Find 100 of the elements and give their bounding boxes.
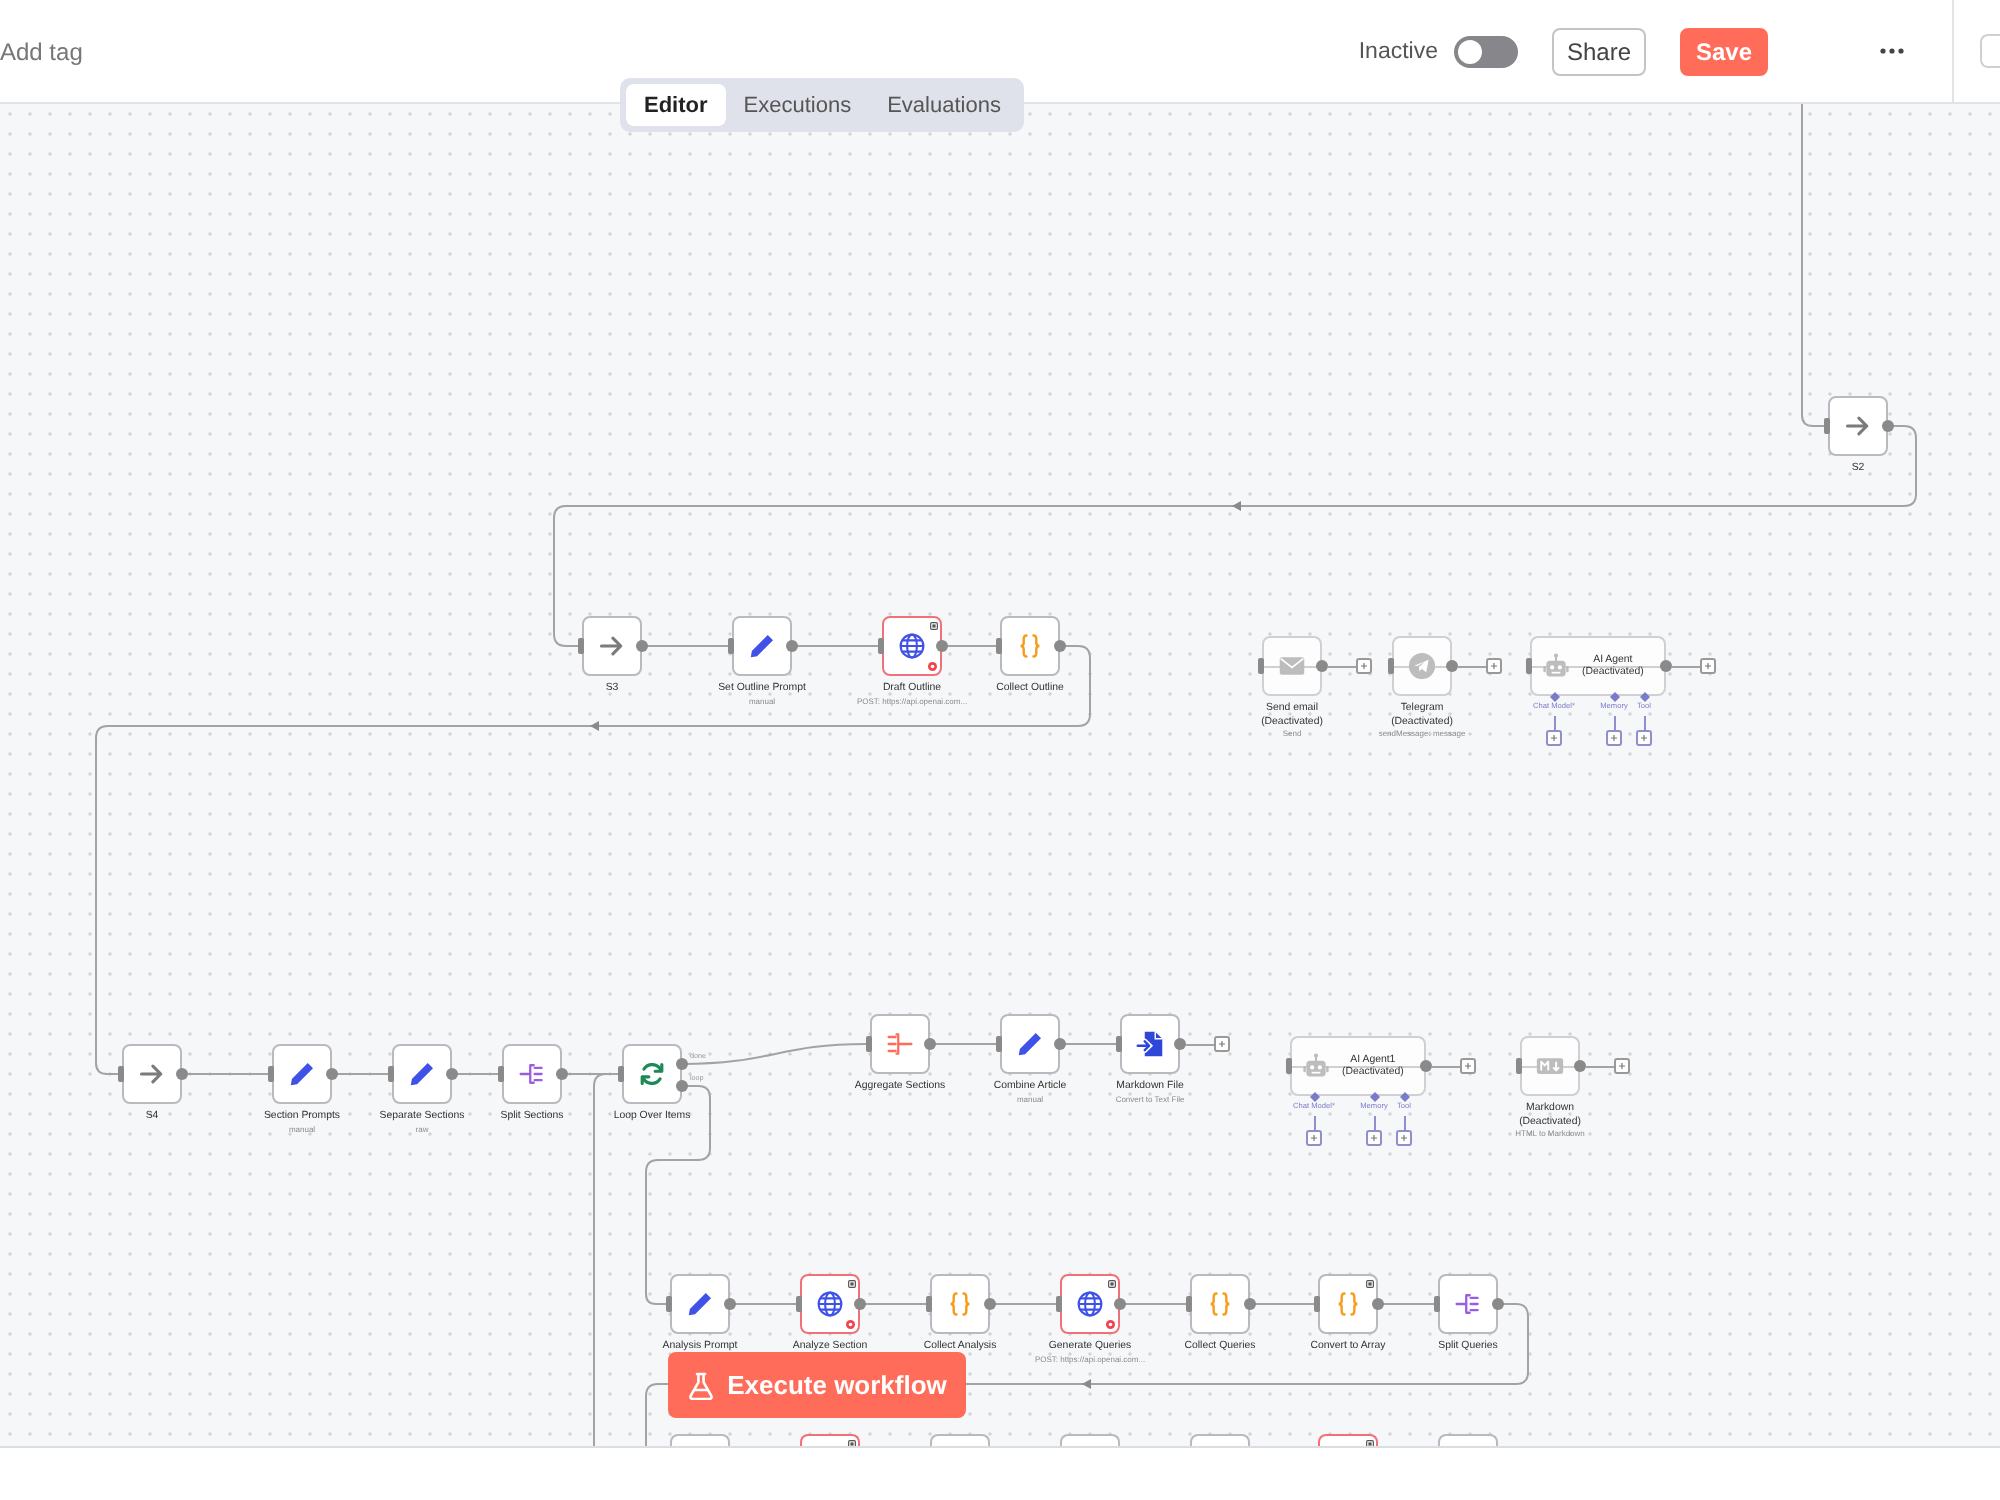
add-node-button[interactable]: [1636, 730, 1652, 746]
workflow-node[interactable]: [1190, 1274, 1250, 1334]
workflow-node[interactable]: [582, 616, 642, 676]
workflow-node[interactable]: [392, 1044, 452, 1104]
port-line: [1553, 716, 1555, 730]
input-handle[interactable]: [1056, 1296, 1062, 1312]
workflow-node[interactable]: [882, 616, 942, 676]
plus-icon: [1400, 1134, 1408, 1142]
workflow-node[interactable]: [1262, 636, 1322, 696]
input-handle[interactable]: [1258, 658, 1264, 674]
add-node-button[interactable]: [1366, 1130, 1382, 1146]
active-toggle[interactable]: [1454, 35, 1518, 67]
input-handle[interactable]: [1116, 1036, 1122, 1052]
input-handle[interactable]: [996, 1036, 1002, 1052]
connection-line: [1586, 1065, 1614, 1067]
port-diamond-icon[interactable]: [1369, 1091, 1379, 1101]
workflow-node[interactable]: [732, 616, 792, 676]
add-node-button[interactable]: [1214, 1036, 1230, 1052]
port-diamond-icon[interactable]: [1609, 691, 1619, 701]
braces-icon: [946, 1290, 974, 1318]
input-handle[interactable]: [1516, 1058, 1522, 1074]
add-node-button[interactable]: [1700, 658, 1716, 674]
plus-icon: [1464, 1062, 1472, 1070]
workflow-node[interactable]: [622, 1044, 682, 1104]
input-handle[interactable]: [996, 638, 1002, 654]
input-handle[interactable]: [1314, 1296, 1320, 1312]
workflow-node[interactable]: [930, 1434, 990, 1446]
add-node-button[interactable]: [1396, 1130, 1412, 1146]
workflow-node[interactable]: [1318, 1274, 1378, 1334]
port-line: [1643, 716, 1645, 730]
workflow-node[interactable]: [930, 1274, 990, 1334]
status-label: Inactive: [1358, 39, 1438, 63]
pencil-icon: [748, 632, 776, 660]
globe-icon: [816, 1290, 844, 1318]
workflow-node[interactable]: [1318, 1434, 1378, 1446]
pencil-icon: [408, 1060, 436, 1088]
workflow-node[interactable]: [122, 1044, 182, 1104]
input-handle[interactable]: [1388, 658, 1394, 674]
add-node-button[interactable]: [1460, 1058, 1476, 1074]
input-handle[interactable]: [1824, 418, 1830, 434]
workflow-node[interactable]: [870, 1014, 930, 1074]
workflow-node[interactable]: [670, 1434, 730, 1446]
input-handle[interactable]: [498, 1066, 504, 1082]
input-handle[interactable]: [666, 1296, 672, 1312]
workflow-node[interactable]: [1060, 1274, 1120, 1334]
input-handle[interactable]: [1434, 1296, 1440, 1312]
file-arrow-icon: [1136, 1030, 1164, 1058]
workflow-node[interactable]: [1000, 1014, 1060, 1074]
arrow-icon: [1844, 412, 1872, 440]
add-tag-link[interactable]: Add tag: [0, 37, 83, 65]
input-handle[interactable]: [728, 638, 734, 654]
input-handle[interactable]: [1526, 658, 1532, 674]
plus-icon: [1704, 662, 1712, 670]
port-diamond-icon[interactable]: [1399, 1091, 1409, 1101]
connection-line: [1458, 665, 1486, 667]
split-icon: [1454, 1290, 1482, 1318]
connection-line: [1186, 1043, 1214, 1045]
port-diamond-icon[interactable]: [1309, 1091, 1319, 1101]
view-tab[interactable]: Evaluations: [869, 84, 1019, 126]
input-handle[interactable]: [1186, 1296, 1192, 1312]
input-handle[interactable]: [118, 1066, 124, 1082]
port-diamond-icon[interactable]: [1549, 691, 1559, 701]
input-handle[interactable]: [878, 638, 884, 654]
workflow-node[interactable]: [272, 1044, 332, 1104]
add-node-button[interactable]: [1306, 1130, 1322, 1146]
input-handle[interactable]: [796, 1296, 802, 1312]
input-handle[interactable]: [578, 638, 584, 654]
workflow-node[interactable]: [800, 1434, 860, 1446]
workflow-node[interactable]: [800, 1274, 860, 1334]
add-node-button[interactable]: [1356, 658, 1372, 674]
port-line: [1403, 1116, 1405, 1130]
input-handle[interactable]: [618, 1066, 624, 1082]
workflow-node[interactable]: [1828, 396, 1888, 456]
workflow-node[interactable]: [670, 1274, 730, 1334]
input-handle[interactable]: [866, 1036, 872, 1052]
share-button[interactable]: Share: [1552, 27, 1646, 75]
workflow-node[interactable]: [1190, 1434, 1250, 1446]
input-handle[interactable]: [268, 1066, 274, 1082]
workflow-node[interactable]: [502, 1044, 562, 1104]
workflow-node[interactable]: [1520, 1036, 1580, 1096]
view-tab[interactable]: Editor: [626, 84, 726, 126]
workflow-node[interactable]: [1120, 1014, 1180, 1074]
arrow-icon: [598, 632, 626, 660]
add-node-button[interactable]: [1606, 730, 1622, 746]
workflow-node[interactable]: [1060, 1434, 1120, 1446]
braces-icon: [1206, 1290, 1234, 1318]
add-node-button[interactable]: [1546, 730, 1562, 746]
workflow-node[interactable]: [1000, 616, 1060, 676]
workflow-node[interactable]: [1438, 1434, 1498, 1446]
plus-icon: [1490, 662, 1498, 670]
input-handle[interactable]: [1286, 1058, 1292, 1074]
workflow-node[interactable]: [1392, 636, 1452, 696]
input-handle[interactable]: [388, 1066, 394, 1082]
add-node-button[interactable]: [1614, 1058, 1630, 1074]
braces-icon: [1016, 632, 1044, 660]
view-tab[interactable]: Executions: [725, 84, 870, 126]
add-node-button[interactable]: [1486, 658, 1502, 674]
workflow-node[interactable]: [1438, 1274, 1498, 1334]
input-handle[interactable]: [926, 1296, 932, 1312]
port-diamond-icon[interactable]: [1639, 691, 1649, 701]
